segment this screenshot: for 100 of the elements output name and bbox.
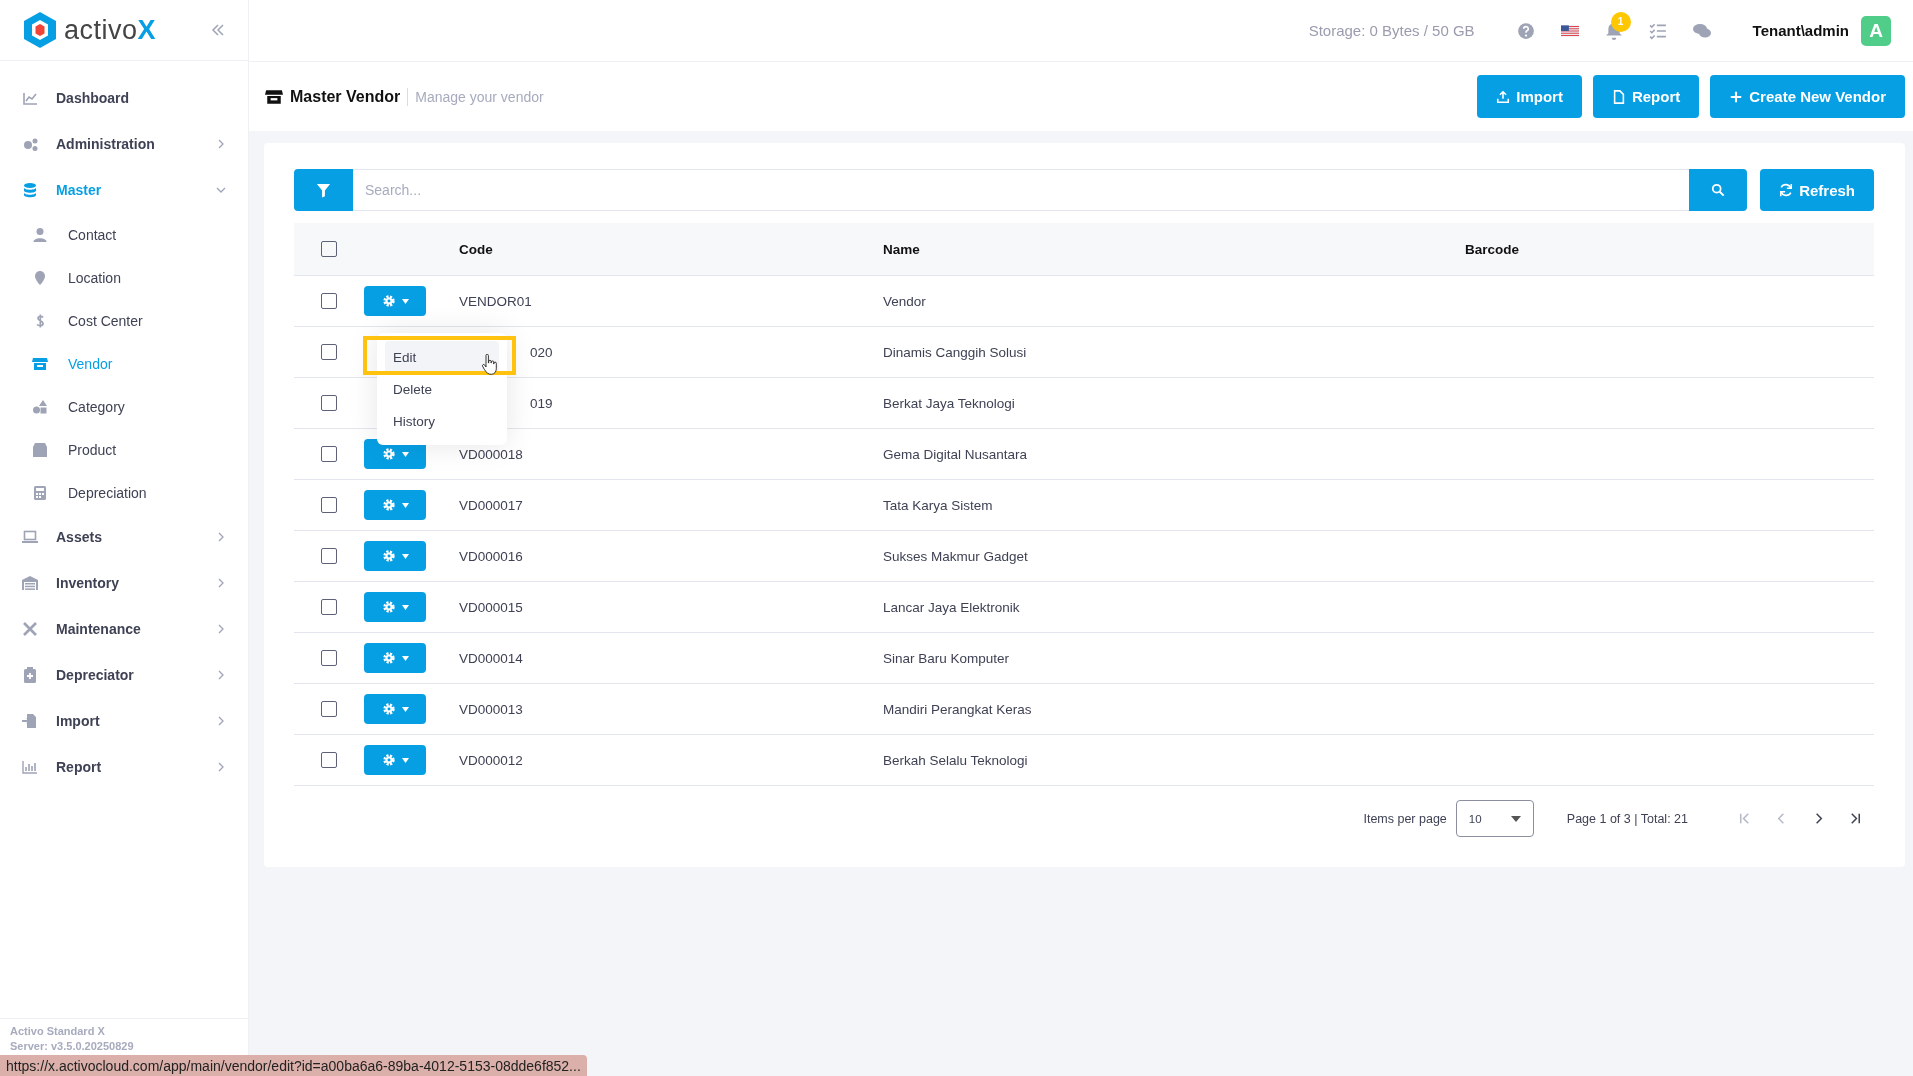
row-checkbox[interactable] [320,497,337,514]
caret-icon [401,502,409,508]
sidebar-item[interactable]: Cost Center [0,299,248,342]
caret-icon [401,604,409,610]
caret-icon [401,553,409,559]
menu-item[interactable]: Delete [385,373,499,405]
row-checkbox[interactable] [320,293,337,310]
search-icon [1711,183,1726,197]
sidebar-item[interactable]: Inventory [0,560,248,606]
sidebar-item[interactable]: Dashboard [0,75,248,121]
row-actions-button[interactable] [364,745,426,775]
sidebar-item[interactable]: Location [0,256,248,299]
store-icon [264,87,284,106]
page-size-select[interactable]: 10 [1455,800,1534,837]
sidebar-item[interactable]: Administration [0,121,248,167]
row-checkbox[interactable] [320,344,337,361]
filter-button[interactable] [294,169,353,211]
file-icon [1611,89,1626,104]
menu-item[interactable]: History [385,405,499,437]
search-field[interactable]: Search... [353,169,1690,211]
row-checkbox[interactable] [320,395,337,412]
version-text: Server: v3.5.0.20250829 [10,1040,135,1052]
storage-text: Storage: 0 Bytes / 50 GB [1308,22,1475,39]
row-actions-button[interactable] [364,643,426,673]
caret-icon [401,451,409,457]
gear-icon [381,549,396,563]
row-actions-button[interactable] [364,592,426,622]
select-all-checkbox[interactable] [320,241,337,258]
gear-icon [381,753,396,767]
logo-icon [22,11,58,49]
row-actions-button[interactable] [364,490,426,520]
table-cell: Lancar Jaya Elektronik [883,599,1020,615]
sidebar-item-label: Vendor [68,355,113,372]
sidebar-item-label: Depreciation [68,484,147,501]
gear-icon [381,600,396,614]
caret-icon [401,298,409,304]
row-checkbox[interactable] [320,701,337,718]
table-cell: Berkah Selalu Teknologi [883,752,1028,768]
row-checkbox[interactable] [320,446,337,463]
sidebar-item[interactable]: Assets [0,514,248,560]
row-actions-button[interactable] [364,694,426,724]
clipboard-icon [22,667,38,683]
table-cell: Sukses Makmur Gadget [883,548,1028,564]
gear-icon [381,651,396,665]
chat-icon[interactable] [1692,21,1711,40]
table-cell: Tata Karya Sistem [883,497,993,513]
page-subtitle: Manage your vendor [415,88,544,105]
store-icon [32,355,48,372]
sidebar-item-label: Assets [56,529,102,545]
sidebar-item[interactable]: Import [0,698,248,744]
caret-icon [401,706,409,712]
table-cell: VD000017 [459,497,523,513]
caret-icon [401,757,409,763]
sidebar-item[interactable]: Report [0,744,248,790]
table-cell: Dinamis Canggih Solusi [883,344,1027,360]
sidebar-item[interactable]: Contact [0,213,248,256]
sidebar-item-label: Category [68,398,125,415]
sidebar-item-label: Maintenance [56,621,141,637]
table-cell: 020 [530,344,553,360]
row-checkbox[interactable] [320,548,337,565]
menu-item[interactable]: Edit [385,341,499,373]
refresh-icon [1779,183,1794,197]
version-text: Activo Standard X [10,1025,106,1037]
gear-icon [381,702,396,716]
sidebar-item[interactable]: Maintenance [0,606,248,652]
row-actions-button[interactable] [364,286,426,316]
line-chart-icon [22,90,38,106]
row-actions-button[interactable] [364,541,426,571]
sidebar-item[interactable]: Product [0,428,248,471]
sidebar-item-label: Product [68,441,117,458]
sidebar-item-label: Depreciator [56,667,134,683]
sidebar-item-label: Master [56,182,102,198]
checklist-icon[interactable] [1648,21,1667,40]
user-name[interactable]: Tenant\admin [1752,22,1849,39]
table-cell: Gema Digital Nusantara [883,446,1028,462]
shapes-icon [32,398,48,415]
hand-cursor-icon [481,354,497,376]
row-checkbox[interactable] [320,650,337,667]
calculator-icon [32,484,48,501]
row-checkbox[interactable] [320,752,337,769]
table-cell: Berkat Jaya Teknologi [883,395,1015,411]
row-checkbox[interactable] [320,599,337,616]
sidebar-item[interactable]: Depreciator [0,652,248,698]
caret-icon [401,655,409,661]
user-icon [32,226,48,243]
table-cell: Mandiri Perangkat Keras [883,701,1032,717]
table-cell: 019 [530,395,553,411]
help-icon[interactable] [1516,21,1535,40]
sidebar-item[interactable]: Category [0,385,248,428]
table-cell: VD000016 [459,548,523,564]
search-button[interactable] [1689,169,1748,211]
caret-icon [1510,815,1521,822]
status-bar-url: https://x.activocloud.com/app/main/vendor/edit?id=a00ba6a6-89ba-4012-5153-08dde6f852... [0,1055,587,1076]
gear-icon [381,447,396,461]
sidebar-item[interactable]: Depreciation [0,471,248,514]
collapse-icon[interactable] [210,22,226,38]
plus-icon [1729,89,1744,104]
sidebar-item-label: Inventory [56,575,119,591]
filter-icon [316,182,331,198]
sidebar-item-label: Location [68,269,121,286]
